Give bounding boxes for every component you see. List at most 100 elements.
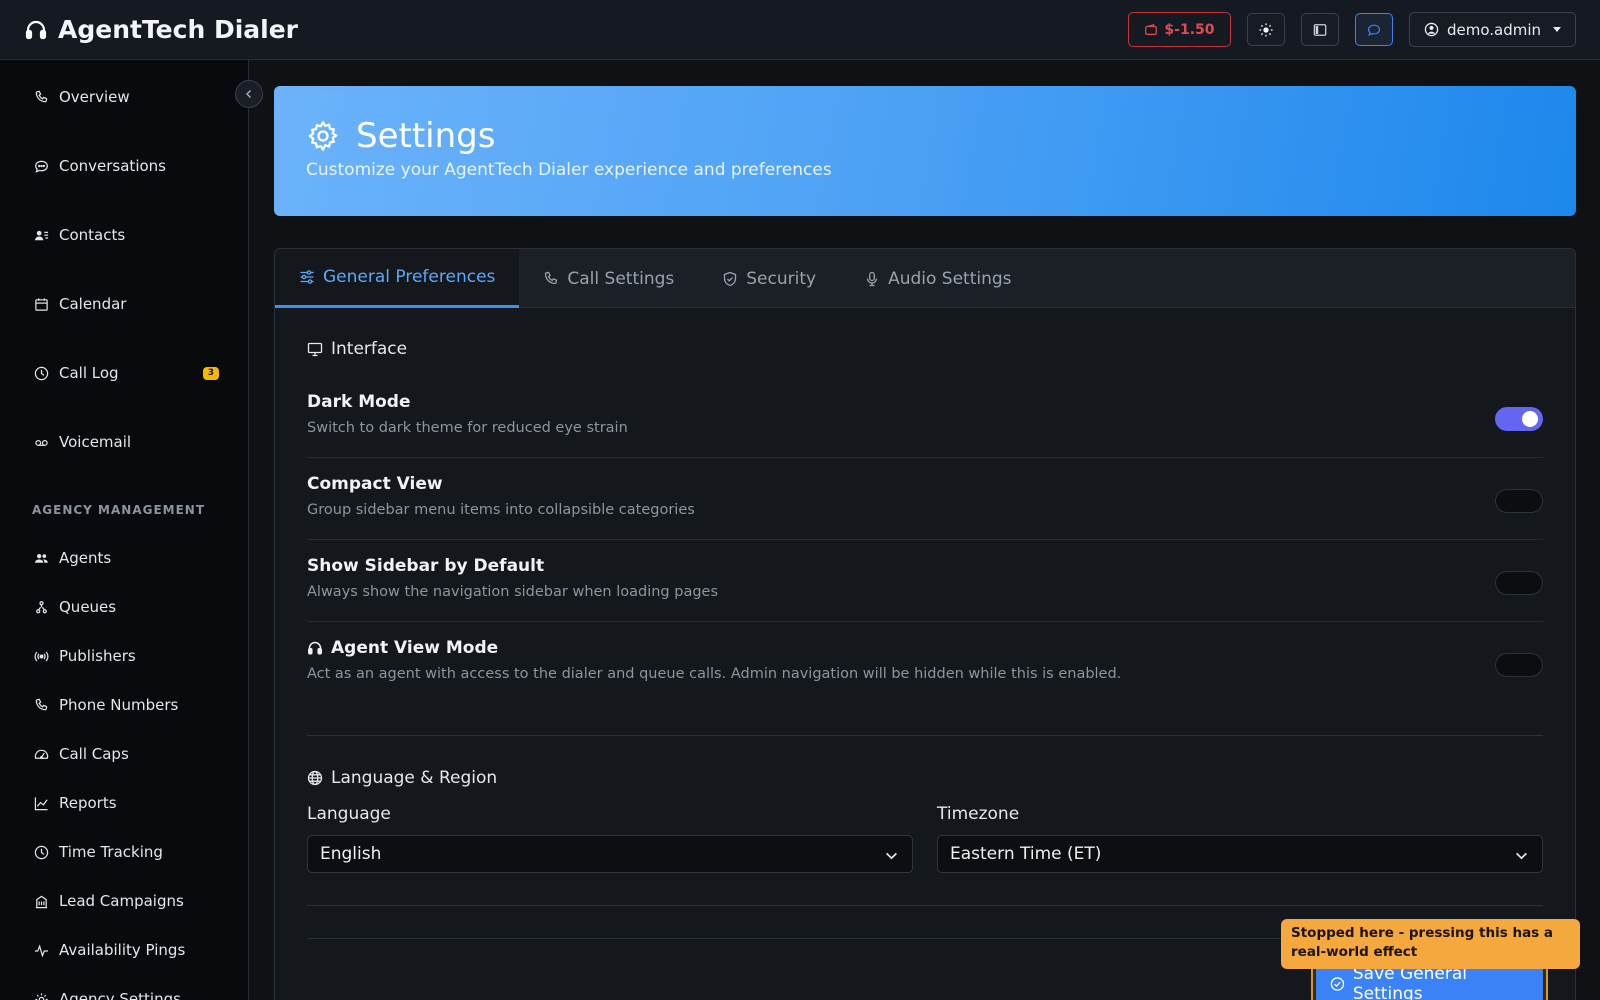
gear-icon	[308, 120, 339, 152]
sidebar-item-label: Contacts	[59, 226, 126, 244]
sidebar-item-agents[interactable]: Agents	[34, 549, 219, 567]
chat-icon	[1367, 24, 1380, 36]
setting-title: Compact View	[307, 474, 443, 494]
microphone-icon	[866, 271, 878, 286]
timezone-label: Timezone	[937, 804, 1020, 824]
tab-label: Audio Settings	[888, 268, 1012, 289]
monitor-icon	[307, 342, 323, 357]
clock-icon	[34, 366, 49, 380]
save-button-label: Save General Settings	[1352, 964, 1468, 1000]
setting-agent-view-mode: Agent View Mode Act as an agent with acc…	[307, 622, 1543, 704]
setting-dark-mode: Dark Mode Switch to dark theme for reduc…	[307, 376, 1543, 458]
sidebar-item-label: Agency Settings	[59, 990, 181, 1000]
page-subtitle: Customize your AgentTech Dialer experien…	[306, 160, 832, 180]
sidebar-item-time-tracking[interactable]: Time Tracking	[34, 843, 219, 861]
sidebar-item-availability-pings[interactable]: Availability Pings	[34, 941, 219, 959]
voicemail-icon	[35, 439, 48, 446]
sidebar-item-label: Calendar	[59, 295, 127, 313]
clock-icon	[34, 845, 49, 859]
agent-view-mode-toggle[interactable]	[1495, 653, 1543, 677]
sidebar-item-voicemail[interactable]: Voicemail	[34, 433, 219, 451]
sidebar-item-label: Call Log	[59, 364, 119, 382]
theme-toggle-button[interactable]	[1246, 13, 1285, 46]
headset-icon	[25, 20, 47, 39]
chat-toggle-button[interactable]	[1354, 13, 1393, 46]
setting-description: Act as an agent with access to the diale…	[307, 666, 1122, 682]
setting-title: Dark Mode	[307, 392, 411, 412]
dark-mode-toggle[interactable]	[1495, 407, 1543, 431]
globe-icon	[307, 770, 323, 786]
app-brand[interactable]: AgentTech Dialer	[24, 15, 298, 44]
interface-heading: Interface	[307, 339, 407, 359]
warning-tooltip: Stopped here - pressing this has a real-…	[1281, 919, 1580, 969]
setting-description: Always show the navigation sidebar when …	[307, 584, 719, 600]
phone-icon	[35, 698, 48, 710]
people-icon	[34, 553, 48, 563]
settings-hero-banner: Settings Customize your AgentTech Dialer…	[274, 86, 1576, 216]
call-log-badge: 3	[202, 366, 219, 380]
section-divider	[307, 735, 1543, 736]
sidebar-item-conversations[interactable]: Conversations	[34, 157, 219, 175]
page-title: Settings	[356, 116, 496, 156]
sidebar-item-label: Voicemail	[59, 433, 132, 451]
tab-label: Security	[746, 268, 817, 289]
contacts-icon	[34, 230, 49, 240]
sidebar-collapse-button[interactable]	[235, 80, 263, 108]
sidebar-item-overview[interactable]: Overview	[34, 88, 219, 106]
balance-button[interactable]: $-1.50	[1127, 12, 1231, 47]
sidebar-item-label: Call Caps	[59, 745, 129, 763]
language-value: English	[320, 844, 382, 864]
sidebar-item-agency-settings[interactable]: Agency Settings	[34, 990, 219, 1000]
balance-value: $-1.50	[1164, 21, 1215, 38]
sidebar-item-contacts[interactable]: Contacts	[34, 226, 219, 244]
caret-down-icon	[1553, 27, 1561, 32]
sidebar-item-lead-campaigns[interactable]: Lead Campaigns	[34, 892, 219, 910]
show-sidebar-toggle[interactable]	[1495, 571, 1543, 595]
phone-icon	[35, 90, 48, 102]
tab-security[interactable]: Security	[698, 249, 840, 308]
settings-tabs: General Preferences Call Settings Securi…	[275, 249, 1575, 308]
sidebar-item-reports[interactable]: Reports	[34, 794, 219, 812]
timezone-value: Eastern Time (ET)	[950, 844, 1102, 864]
tab-general-preferences[interactable]: General Preferences	[275, 249, 520, 308]
gauge-icon	[34, 749, 49, 759]
language-region-heading: Language & Region	[307, 768, 497, 788]
save-general-settings-button[interactable]: Save General Settings	[1316, 964, 1543, 1000]
sidebar-item-publishers[interactable]: Publishers	[34, 647, 219, 665]
setting-compact-view: Compact View Group sidebar menu items in…	[307, 458, 1543, 540]
sidebar-item-calendar[interactable]: Calendar	[34, 295, 219, 313]
sidebar: Overview Conversations Contacts Calendar…	[0, 60, 249, 1000]
timezone-select[interactable]: Eastern Time (ET)	[937, 835, 1543, 873]
language-select[interactable]: English	[307, 835, 913, 873]
sidebar-item-queues[interactable]: Queues	[34, 598, 219, 616]
chevron-left-icon	[246, 90, 251, 98]
interface-heading-label: Interface	[331, 339, 408, 359]
shield-icon	[724, 271, 737, 286]
wallet-icon	[1145, 23, 1158, 35]
sliders-icon	[300, 270, 314, 284]
sidebar-item-label: Publishers	[59, 647, 136, 665]
building-icon	[35, 895, 48, 908]
sidebar-item-label: Queues	[59, 598, 117, 616]
setting-title: Agent View Mode	[331, 638, 499, 658]
sidebar-item-call-log[interactable]: Call Log 3	[34, 364, 219, 382]
sidebar-item-label: Availability Pings	[59, 941, 186, 959]
sidebar-item-label: Agents	[59, 549, 112, 567]
sidebar-item-label: Overview	[59, 88, 130, 106]
phone-icon	[545, 271, 558, 284]
calendar-icon	[35, 297, 48, 311]
tab-audio-settings[interactable]: Audio Settings	[840, 249, 1035, 308]
setting-description: Group sidebar menu items into collapsibl…	[307, 502, 695, 518]
sidebar-toggle-button[interactable]	[1300, 13, 1339, 46]
sidebar-item-label: Conversations	[59, 157, 166, 175]
user-menu-button[interactable]: demo.admin	[1408, 12, 1576, 47]
check-circle-icon	[1330, 977, 1345, 991]
chevron-down-icon	[1516, 852, 1527, 860]
broadcast-icon	[34, 651, 49, 661]
chat-icon	[35, 160, 48, 173]
tab-call-settings[interactable]: Call Settings	[519, 249, 698, 308]
sidebar-item-call-caps[interactable]: Call Caps	[34, 745, 219, 763]
sidebar-item-phone-numbers[interactable]: Phone Numbers	[34, 696, 219, 714]
compact-view-toggle[interactable]	[1495, 489, 1543, 513]
headset-icon	[308, 641, 322, 655]
